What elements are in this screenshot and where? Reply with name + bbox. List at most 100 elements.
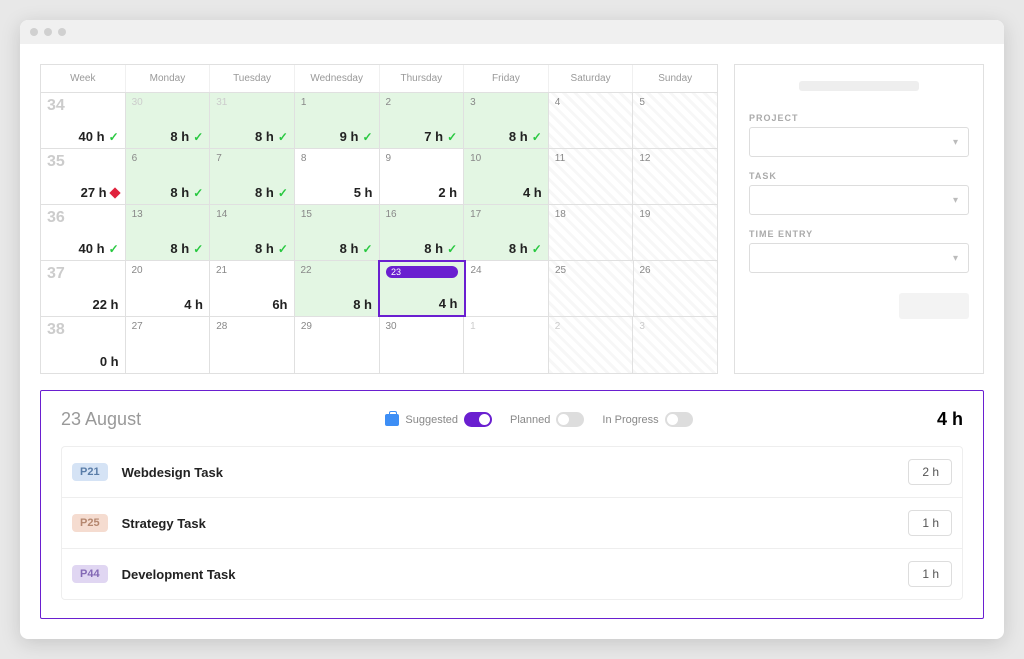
day-number: 9	[386, 153, 458, 164]
suggested-toggle[interactable]	[464, 412, 492, 427]
check-icon: ✓	[362, 130, 372, 144]
day-hours: 8 h✓	[424, 241, 457, 256]
calendar-day-cell[interactable]: 21 6h	[210, 261, 295, 316]
inprogress-toggle[interactable]	[665, 412, 693, 427]
calendar-day-cell[interactable]: 10 4 h	[464, 149, 549, 204]
day-hours: 8 h✓	[509, 129, 542, 144]
calendar-day-cell[interactable]: 3	[633, 317, 717, 373]
day-number: 22	[301, 265, 373, 276]
chevron-down-icon: ▾	[953, 195, 958, 206]
calendar-day-cell[interactable]: 24	[465, 261, 550, 316]
day-number: 12	[639, 153, 711, 164]
day-number: 25	[555, 265, 627, 276]
task-hours-input[interactable]: 1 h	[908, 510, 952, 536]
calendar-header-cell: Sunday	[633, 65, 717, 92]
calendar-day-cell[interactable]: 148 h✓	[210, 205, 295, 260]
week-summary-cell: 3440 h✓	[41, 93, 126, 148]
week-number: 35	[47, 153, 65, 171]
task-dropdown[interactable]: ▾	[749, 185, 969, 215]
calendar-row: 3722 h204 h216h228 h234 h242526	[41, 261, 717, 317]
calendar-day-cell[interactable]: 2	[549, 317, 634, 373]
calendar-day-cell[interactable]: 27 h✓	[380, 93, 465, 148]
calendar-row: 3440 h✓308 h✓318 h✓19 h✓27 h✓38 h✓45	[41, 93, 717, 149]
entry-label: TIME ENTRY	[749, 229, 969, 239]
day-hours: 4 h	[523, 185, 542, 200]
calendar-day-cell[interactable]: 308 h✓	[126, 93, 211, 148]
calendar-day-cell[interactable]: 1	[464, 317, 549, 373]
day-number: 1	[470, 321, 542, 332]
day-number: 2	[555, 321, 627, 332]
task-hours-input[interactable]: 2 h	[908, 459, 952, 485]
day-number: 15	[301, 209, 373, 220]
calendar-day-cell[interactable]: 92 h	[380, 149, 465, 204]
task-hours-input[interactable]: 1 h	[908, 561, 952, 587]
day-number: 21	[216, 265, 288, 276]
day-number: 14	[216, 209, 288, 220]
task-label: TASK	[749, 171, 969, 181]
calendar-day-cell[interactable]: 11	[549, 149, 634, 204]
day-hours: 6h	[272, 297, 287, 312]
calendar-day-cell[interactable]: 26	[634, 261, 718, 316]
calendar-body: 3440 h✓308 h✓318 h✓19 h✓27 h✓38 h✓453527…	[41, 93, 717, 373]
detail-filters: Suggested Planned In Progress	[385, 412, 692, 427]
calendar-day-cell[interactable]: 27	[126, 317, 211, 373]
calendar-row: 380 h27282930123	[41, 317, 717, 373]
calendar-day-cell[interactable]: 168 h✓	[380, 205, 465, 260]
calendar-day-cell[interactable]: 12	[633, 149, 717, 204]
check-icon: ✓	[109, 242, 119, 256]
calendar-day-cell[interactable]: 5	[633, 93, 717, 148]
task-name: Webdesign Task	[122, 465, 894, 480]
calendar-day-cell[interactable]: 68 h✓	[126, 149, 211, 204]
calendar-day-cell[interactable]: 30	[380, 317, 465, 373]
planned-toggle[interactable]	[556, 412, 584, 427]
day-number: 24	[471, 265, 543, 276]
day-hours: 5 h	[354, 185, 373, 200]
calendar-day-cell[interactable]: 78 h✓	[210, 149, 295, 204]
task-row[interactable]: P21Webdesign Task2 h	[61, 446, 963, 497]
check-icon: ✓	[109, 130, 119, 144]
task-field-group: TASK ▾	[749, 171, 969, 215]
task-row[interactable]: P44Development Task1 h	[61, 548, 963, 600]
day-number: 5	[639, 97, 711, 108]
day-hours: 8 h✓	[509, 241, 542, 256]
calendar-day-cell[interactable]: 85 h	[295, 149, 380, 204]
entry-sidebar: PROJECT ▾ TASK ▾ TIME ENTRY ▾	[734, 64, 984, 374]
calendar-day-cell[interactable]: 204 h	[126, 261, 211, 316]
alert-diamond-icon	[109, 187, 120, 198]
calendar-day-cell[interactable]: 19	[633, 205, 717, 260]
check-icon: ✓	[278, 242, 288, 256]
check-icon: ✓	[278, 186, 288, 200]
entry-dropdown[interactable]: ▾	[749, 243, 969, 273]
calendar-day-cell[interactable]: 318 h✓	[210, 93, 295, 148]
calendar-header-cell: Wednesday	[295, 65, 380, 92]
calendar-day-cell[interactable]: 234 h	[378, 260, 466, 317]
calendar-day-cell[interactable]: 29	[295, 317, 380, 373]
week-number: 34	[47, 97, 65, 115]
calendar-day-cell[interactable]: 28	[210, 317, 295, 373]
day-detail-panel: 23 August Suggested Planned In Progress	[40, 390, 984, 619]
task-row[interactable]: P25Strategy Task1 h	[61, 497, 963, 548]
week-total-hours: 27 h	[81, 185, 119, 200]
project-badge: P25	[72, 514, 108, 532]
calendar-day-cell[interactable]: 158 h✓	[295, 205, 380, 260]
day-number: 10	[470, 153, 542, 164]
check-icon: ✓	[278, 130, 288, 144]
filter-planned: Planned	[510, 412, 584, 427]
calendar-day-cell[interactable]: 19 h✓	[295, 93, 380, 148]
calendar-day-cell[interactable]: 178 h✓	[464, 205, 549, 260]
calendar-day-cell[interactable]: 138 h✓	[126, 205, 211, 260]
entry-field-group: TIME ENTRY ▾	[749, 229, 969, 273]
task-list: P21Webdesign Task2 hP25Strategy Task1 hP…	[61, 446, 963, 600]
check-icon: ✓	[193, 130, 203, 144]
calendar-day-cell[interactable]: 25	[549, 261, 634, 316]
project-dropdown[interactable]: ▾	[749, 127, 969, 157]
day-hours: 4 h	[184, 297, 203, 312]
calendar-day-cell[interactable]: 18	[549, 205, 634, 260]
calendar-day-cell[interactable]: 228 h	[295, 261, 380, 316]
day-hours: 9 h✓	[340, 129, 373, 144]
submit-button-skeleton[interactable]	[899, 293, 969, 319]
window-dot	[44, 28, 52, 36]
calendar-header-cell: Saturday	[549, 65, 634, 92]
calendar-day-cell[interactable]: 38 h✓	[464, 93, 549, 148]
calendar-day-cell[interactable]: 4	[549, 93, 634, 148]
